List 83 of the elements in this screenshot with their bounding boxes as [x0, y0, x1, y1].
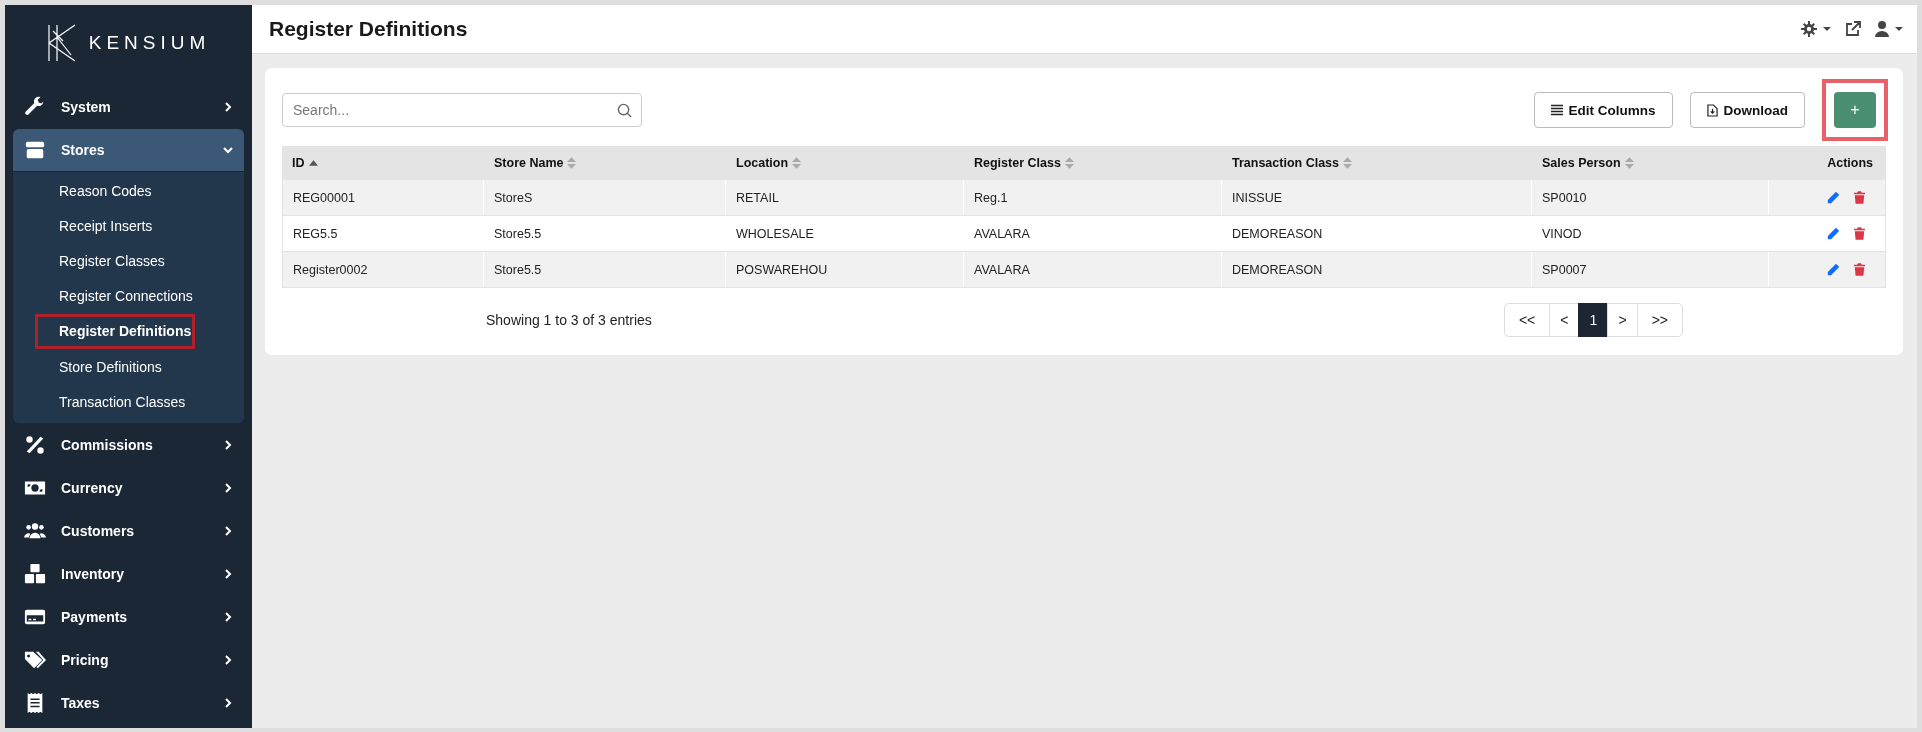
delete-icon[interactable]	[1854, 191, 1865, 204]
submenu-item[interactable]: Receipt Inserts	[13, 208, 244, 244]
column-header[interactable]: Location	[726, 146, 964, 180]
table-cell: SP0010	[1532, 180, 1769, 215]
chevron-right-icon	[222, 482, 234, 495]
submenu-item[interactable]: Register Classes	[13, 243, 244, 279]
percent-icon	[23, 434, 47, 457]
boxes-icon	[23, 563, 47, 586]
page-button[interactable]: >	[1607, 303, 1638, 337]
table-cell: AVALARA	[964, 216, 1222, 251]
nav-item[interactable]: Customers	[13, 510, 244, 553]
column-header[interactable]: Register Class	[964, 146, 1222, 180]
table-cell: INISSUE	[1222, 180, 1532, 215]
submenu-item[interactable]: Reason Codes	[13, 173, 244, 209]
chevron-right-icon	[222, 525, 234, 538]
nav-item[interactable]: Commissions	[13, 424, 244, 467]
table-cell: SP0007	[1532, 252, 1769, 287]
table-cell: REG00001	[282, 180, 484, 215]
submenu-item[interactable]: Transaction Classes	[13, 384, 244, 420]
table-cell: WHOLESALE	[726, 216, 964, 251]
chevron-right-icon	[222, 697, 234, 710]
column-header[interactable]: ID	[282, 146, 484, 180]
sort-icon	[792, 157, 802, 169]
table-cell: REG5.5	[282, 216, 484, 251]
search-icon	[617, 103, 632, 118]
page-button[interactable]: 1	[1578, 303, 1609, 337]
chevron-right-icon	[222, 101, 234, 113]
download-button[interactable]: Download	[1689, 92, 1805, 128]
search-field[interactable]: Search...	[282, 93, 642, 127]
chevron-right-icon	[222, 654, 234, 667]
table-cell: POSWAREHOU	[726, 252, 964, 287]
sort-icon	[1343, 157, 1352, 169]
submenu-item[interactable]: Store Definitions	[13, 348, 244, 385]
column-heading: Actions	[1826, 155, 1874, 172]
table-cell: Reg.1	[964, 180, 1222, 215]
page-title: Register Definitions	[269, 17, 469, 41]
table-cell: DEMOREASON	[1222, 252, 1532, 287]
list-icon	[1550, 104, 1563, 116]
table-cell: AVALARA	[964, 252, 1222, 287]
brand-name: KENSIUM	[88, 32, 211, 54]
edit-columns-button[interactable]: Edit Columns	[1533, 92, 1673, 128]
sort-ascending-icon	[308, 160, 318, 166]
sort-icon	[567, 157, 577, 169]
entries-summary: Showing 1 to 3 of 3 entries	[486, 312, 653, 328]
sort-icon	[1624, 157, 1634, 169]
submenu-item[interactable]: Register Connections	[13, 278, 244, 314]
page-button[interactable]: <<	[1503, 303, 1551, 337]
settings-icon[interactable]	[1801, 21, 1831, 37]
nav-item[interactable]: Currency	[13, 467, 244, 510]
table-cell: StoreS	[484, 180, 726, 215]
edit-icon[interactable]	[1827, 191, 1840, 204]
table-cell: Store5.5	[484, 252, 726, 287]
external-link-icon[interactable]	[1845, 21, 1861, 37]
table-cell: RETAIL	[726, 180, 964, 215]
nav-item[interactable]: Inventory	[13, 553, 244, 596]
table-cell: Store5.5	[484, 216, 726, 251]
table-cell: Register0002	[282, 252, 484, 287]
chevron-down-icon	[222, 144, 234, 156]
sort-icon	[1064, 157, 1074, 169]
edit-icon[interactable]	[1827, 263, 1840, 276]
submenu-item[interactable]: Register Definitions	[35, 313, 195, 349]
nav-item[interactable]: Payments	[13, 596, 244, 639]
file-download-icon	[1706, 103, 1718, 117]
nav-item[interactable]: Taxes	[13, 682, 244, 725]
nav-item[interactable]: Stores	[13, 129, 244, 171]
store-icon	[23, 139, 47, 161]
column-header[interactable]: Transaction Class	[1222, 146, 1532, 180]
user-icon[interactable]	[1875, 21, 1905, 37]
add-button[interactable]: +	[1834, 92, 1876, 128]
edit-icon[interactable]	[1827, 227, 1840, 240]
chevron-right-icon	[222, 611, 234, 624]
chevron-right-icon	[222, 568, 234, 581]
nav-item[interactable]: Pricing	[13, 639, 244, 682]
table-cell: VINOD	[1532, 216, 1769, 251]
column-header[interactable]: Store Name	[484, 146, 726, 180]
delete-icon[interactable]	[1854, 263, 1865, 276]
column-header[interactable]: Sales Person	[1532, 146, 1769, 180]
page-button[interactable]: >>	[1636, 303, 1683, 337]
table-cell: DEMOREASON	[1222, 216, 1532, 251]
page-button[interactable]: <	[1549, 303, 1580, 337]
chevron-right-icon	[222, 439, 234, 452]
delete-icon[interactable]	[1854, 227, 1865, 240]
nav-item[interactable]: System	[13, 86, 244, 128]
